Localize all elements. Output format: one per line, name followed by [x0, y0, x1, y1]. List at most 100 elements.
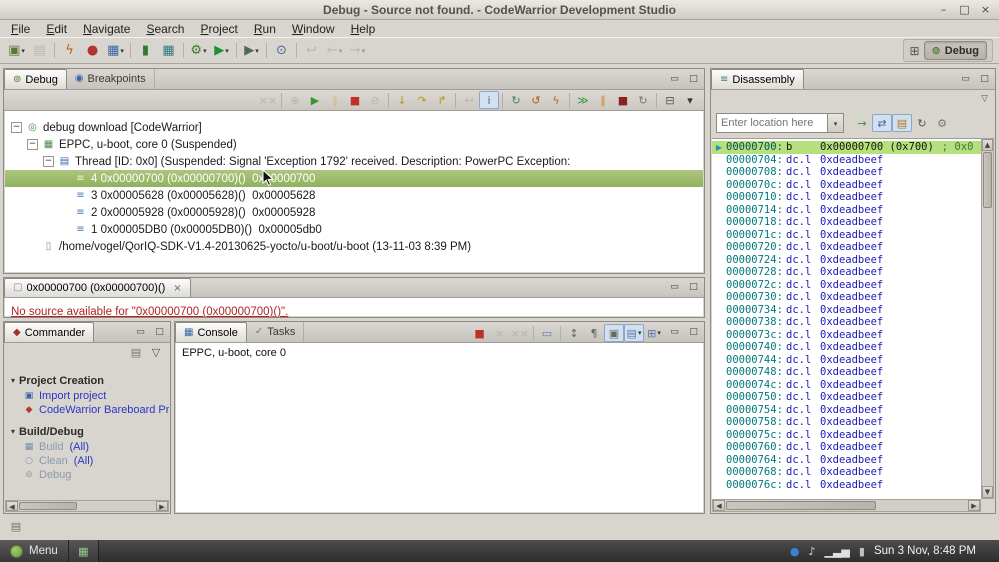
- cw-tools-button[interactable]: ▦ ▾: [104, 40, 127, 61]
- display-console-button[interactable]: ▤ ▾: [624, 324, 644, 342]
- disassembly-row[interactable]: 00000758: dc.l 0xdeadbeef: [712, 416, 981, 429]
- build-button[interactable]: ▮: [134, 40, 157, 61]
- disassembly-row[interactable]: 0000070c: dc.l 0xdeadbeef: [712, 179, 981, 192]
- debug-tree-item-selected[interactable]: ≡ 4 0x00000700 (0x00000700)() 0x00000700: [5, 170, 703, 187]
- reset-target-button[interactable]: ↺: [526, 91, 546, 109]
- location-combo-arrow-icon[interactable]: ▾: [828, 113, 844, 133]
- window-minimize-button[interactable]: –: [935, 2, 952, 17]
- maximize-view-button[interactable]: □: [152, 326, 167, 339]
- step-return-button[interactable]: ↱: [432, 91, 452, 109]
- debug-tree-item[interactable]: − ▤ Thread [ID: 0x0] (Suspended: Signal 'E…: [5, 153, 703, 170]
- menu-help[interactable]: Help: [343, 21, 384, 37]
- scroll-lock-toggle[interactable]: ↕: [564, 324, 584, 342]
- scrollbar-thumb[interactable]: [983, 152, 992, 208]
- debug-perspective-button[interactable]: ⊚ Debug: [923, 41, 987, 60]
- commander-item-import-project[interactable]: ▣ Import project: [11, 389, 165, 403]
- dropdown-arrow-icon[interactable]: ▾: [657, 329, 661, 337]
- disassembly-hscrollbar[interactable]: ◀ ▶: [712, 499, 981, 512]
- view-menu-button[interactable]: ▾: [680, 91, 700, 109]
- disassembly-row[interactable]: 00000718: dc.l 0xdeadbeef: [712, 216, 981, 229]
- collapse-all-button[interactable]: ⊟: [660, 91, 680, 109]
- word-wrap-toggle[interactable]: ¶: [584, 324, 604, 342]
- menu-navigate[interactable]: Navigate: [75, 21, 138, 37]
- maximize-view-button[interactable]: □: [686, 326, 701, 339]
- dropdown-arrow-icon[interactable]: ▾: [21, 47, 25, 55]
- menu-search[interactable]: Search: [138, 21, 192, 37]
- console-output[interactable]: EPPC, u-boot, core 0: [176, 343, 703, 512]
- terminate-button[interactable]: ■: [345, 91, 365, 109]
- menu-button[interactable]: Menu: [0, 540, 69, 562]
- network-icon[interactable]: ▁▃▅: [824, 546, 849, 557]
- disassembly-row[interactable]: 00000760: dc.l 0xdeadbeef: [712, 441, 981, 454]
- dropdown-arrow-icon[interactable]: ▾: [362, 47, 366, 55]
- scroll-down-button[interactable]: ▼: [982, 486, 993, 498]
- scroll-left-button[interactable]: ◀: [6, 501, 18, 511]
- dropdown-arrow-icon[interactable]: ▾: [255, 47, 259, 55]
- commander-item-suffix-link[interactable]: (All): [74, 455, 94, 467]
- disassembly-row[interactable]: 00000704: dc.l 0xdeadbeef: [712, 154, 981, 167]
- tab-tasks[interactable]: ✓ Tasks: [247, 322, 305, 342]
- tab-breakpoints[interactable]: ◉ Breakpoints: [67, 69, 155, 89]
- show-source-toggle[interactable]: ▤: [892, 114, 912, 132]
- scrollbar-thumb[interactable]: [726, 501, 876, 510]
- menu-edit[interactable]: Edit: [38, 21, 75, 37]
- tab-debug[interactable]: ⊚ Debug: [4, 69, 67, 89]
- disassembly-row[interactable]: 00000748: dc.l 0xdeadbeef: [712, 366, 981, 379]
- disassembly-row[interactable]: 00000708: dc.l 0xdeadbeef: [712, 166, 981, 179]
- titlebar[interactable]: Debug - Source not found. - CodeWarrior …: [0, 0, 999, 20]
- view-menu-icon[interactable]: ▽: [981, 94, 988, 104]
- commander-item-debug[interactable]: ⊚ Debug: [11, 468, 165, 482]
- scroll-right-button[interactable]: ▶: [156, 501, 168, 511]
- location-input[interactable]: [716, 113, 828, 133]
- minimize-view-button[interactable]: ▭: [958, 73, 973, 86]
- power-icon[interactable]: ▮: [859, 546, 865, 557]
- commander-hscrollbar[interactable]: ◀ ▶: [5, 500, 169, 512]
- scrollbar-thumb[interactable]: [19, 502, 77, 510]
- dropdown-arrow-icon[interactable]: ▾: [120, 47, 124, 55]
- disassembly-row[interactable]: 0000073c: dc.l 0xdeadbeef: [712, 329, 981, 342]
- debug-tree-item[interactable]: − ▦ EPPC, u-boot, core 0 (Suspended): [5, 136, 703, 153]
- tree-expander-icon[interactable]: −: [43, 156, 54, 167]
- pin-console-toggle[interactable]: ▣: [604, 324, 624, 342]
- disassembly-row[interactable]: 00000738: dc.l 0xdeadbeef: [712, 316, 981, 329]
- disassembly-row[interactable]: 00000754: dc.l 0xdeadbeef: [712, 404, 981, 417]
- minimize-view-button[interactable]: ▭: [133, 326, 148, 339]
- debug-tree-item[interactable]: ≡ 3 0x00005628 (0x00005628)() 0x00005628: [5, 187, 703, 204]
- goto-pc-button[interactable]: →: [852, 114, 872, 132]
- disassembly-vscrollbar[interactable]: ▲ ▼: [981, 138, 994, 499]
- refresh-debug-button[interactable]: ↻: [506, 91, 526, 109]
- disassembly-row[interactable]: ▶ 00000700: b 0x00000700 (0x700) ; 0x0: [712, 141, 981, 154]
- disassembly-row[interactable]: 00000720: dc.l 0xdeadbeef: [712, 241, 981, 254]
- window-maximize-button[interactable]: □: [956, 2, 973, 17]
- dropdown-arrow-icon[interactable]: ▾: [203, 47, 207, 55]
- volume-icon[interactable]: ♪: [808, 546, 815, 557]
- export-commander-button[interactable]: ▤: [126, 343, 146, 361]
- menu-run[interactable]: Run: [246, 21, 284, 37]
- menu-project[interactable]: Project: [192, 21, 245, 37]
- tab-commander[interactable]: ◆ Commander: [4, 322, 95, 342]
- tab-console[interactable]: ▦ Console: [175, 322, 247, 342]
- debug-tree-item[interactable]: ≡ 1 0x00005DB0 (0x00005DB0)() 0x00005db0: [5, 221, 703, 238]
- menu-file[interactable]: File: [3, 21, 38, 37]
- step-over-button[interactable]: ↷: [412, 91, 432, 109]
- commander-item-build-all[interactable]: ▦ Build (All): [11, 440, 165, 454]
- disassembly-row[interactable]: 0000076c: dc.l 0xdeadbeef: [712, 479, 981, 492]
- disassembly-row[interactable]: 0000074c: dc.l 0xdeadbeef: [712, 379, 981, 392]
- commander-section-header[interactable]: ▾ Build/Debug: [11, 424, 165, 440]
- tree-expander-icon[interactable]: −: [11, 122, 22, 133]
- dropdown-arrow-icon[interactable]: ▾: [339, 47, 343, 55]
- scroll-left-button[interactable]: ◀: [713, 500, 725, 511]
- instruction-stepping-toggle[interactable]: i: [479, 91, 499, 109]
- commander-section-header[interactable]: ▾ Project Creation: [11, 373, 165, 389]
- commander-item-suffix-link[interactable]: (All): [69, 441, 89, 453]
- terminate-console-button[interactable]: ■: [470, 324, 490, 342]
- sync-context-toggle[interactable]: ⇄: [872, 114, 892, 132]
- multicore-resume-button[interactable]: ≫: [573, 91, 593, 109]
- settings-button[interactable]: ⚙: [932, 114, 952, 132]
- maximize-view-button[interactable]: □: [977, 73, 992, 86]
- new-button[interactable]: ▣ ▾: [5, 40, 28, 61]
- open-console-button[interactable]: ⊞ ▾: [644, 324, 664, 342]
- scroll-up-button[interactable]: ▲: [982, 139, 993, 151]
- resume-button[interactable]: ▶: [305, 91, 325, 109]
- flash-program-button[interactable]: ϟ: [546, 91, 566, 109]
